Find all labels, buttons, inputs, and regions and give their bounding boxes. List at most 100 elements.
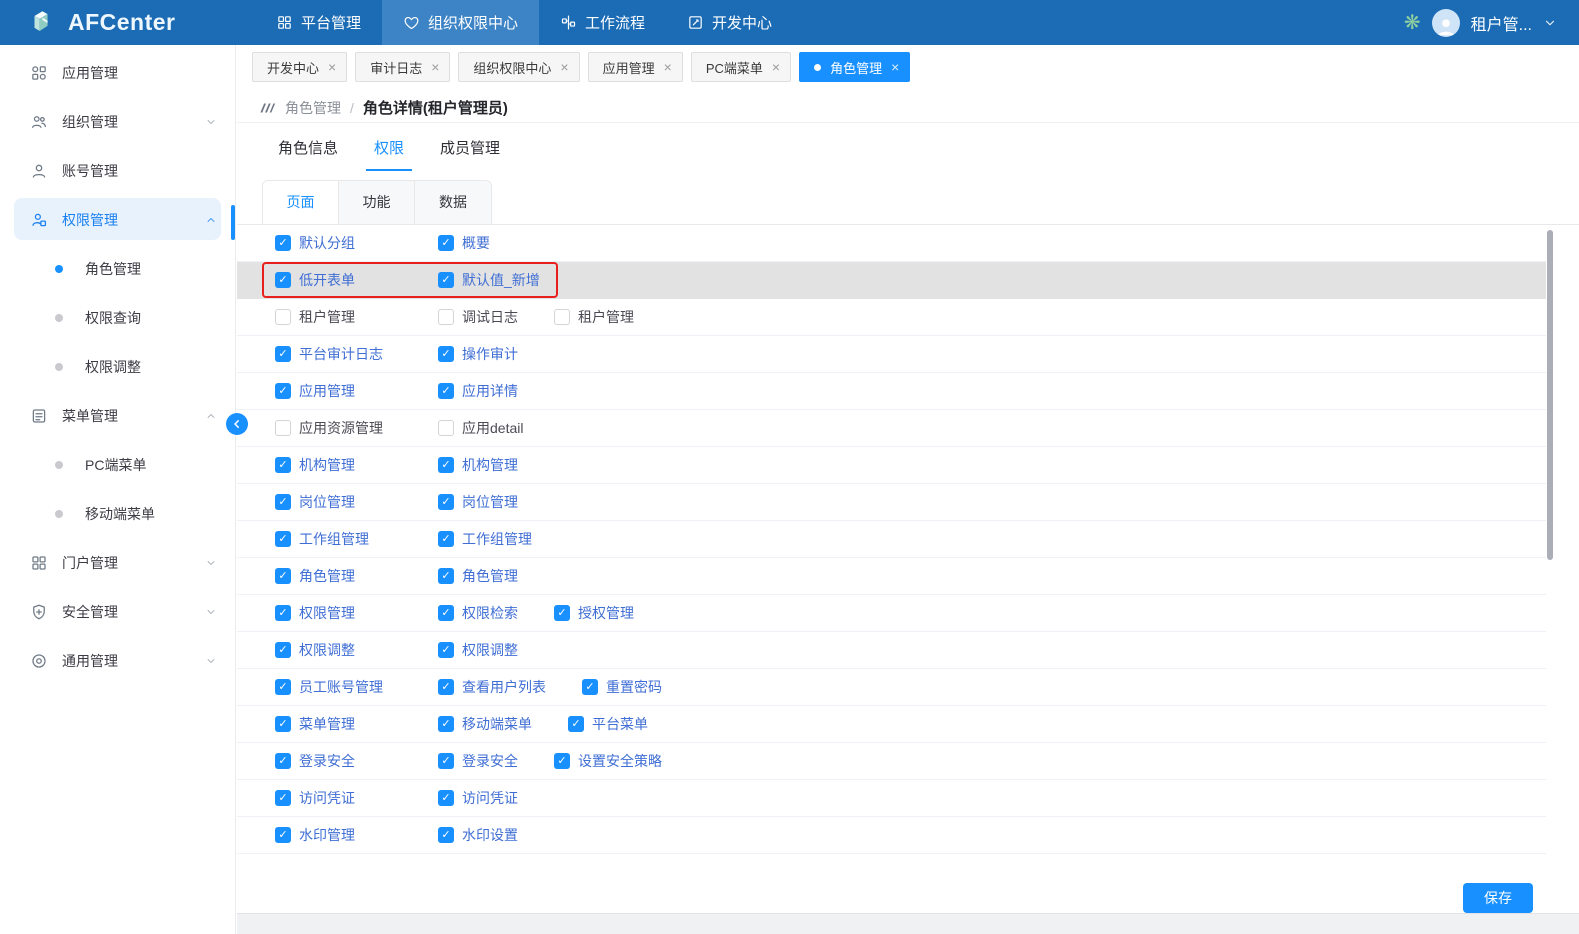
- sidebar-item-portal-management[interactable]: 门户管理: [0, 538, 235, 587]
- perm-item[interactable]: ✓低开表单: [275, 270, 438, 290]
- perm-tab-data[interactable]: 数据: [415, 181, 491, 224]
- tab-chip-org-permission-center[interactable]: 组织权限中心×: [458, 52, 579, 82]
- perm-item[interactable]: 应用detail: [438, 418, 523, 438]
- checkbox[interactable]: ✓: [568, 716, 584, 732]
- checkbox[interactable]: [554, 309, 570, 325]
- perm-item[interactable]: ✓登录安全: [275, 751, 438, 771]
- topnav-item-dev-center[interactable]: 开发中心: [666, 0, 793, 45]
- close-icon[interactable]: ×: [431, 60, 439, 74]
- perm-item[interactable]: ✓工作组管理: [275, 529, 438, 549]
- checkbox[interactable]: ✓: [438, 494, 454, 510]
- checkbox[interactable]: ✓: [275, 494, 291, 510]
- perm-item[interactable]: ✓角色管理: [275, 566, 438, 586]
- perm-item[interactable]: ✓水印设置: [438, 825, 518, 845]
- sidebar-item-permission-adjust[interactable]: 权限调整: [0, 342, 235, 391]
- checkbox[interactable]: ✓: [438, 272, 454, 288]
- flower-icon[interactable]: ❋: [1404, 13, 1421, 33]
- detail-tab-permission[interactable]: 权限: [366, 131, 412, 171]
- checkbox[interactable]: ✓: [438, 679, 454, 695]
- checkbox[interactable]: ✓: [438, 457, 454, 473]
- tab-chip-audit-log[interactable]: 审计日志×: [355, 52, 450, 82]
- checkbox[interactable]: ✓: [275, 716, 291, 732]
- checkbox[interactable]: ✓: [275, 827, 291, 843]
- sidebar-item-security-management[interactable]: 安全管理: [0, 587, 235, 636]
- perm-item[interactable]: ✓默认分组: [275, 233, 438, 253]
- topnav-item-workflow[interactable]: 工作流程: [539, 0, 666, 45]
- close-icon[interactable]: ×: [891, 60, 899, 74]
- checkbox[interactable]: ✓: [275, 383, 291, 399]
- checkbox[interactable]: [275, 309, 291, 325]
- perm-tab-page[interactable]: 页面: [263, 181, 339, 224]
- perm-item[interactable]: ✓设置安全策略: [554, 751, 662, 771]
- checkbox[interactable]: ✓: [438, 346, 454, 362]
- checkbox[interactable]: ✓: [275, 531, 291, 547]
- content-scrollbar-thumb[interactable]: [1547, 230, 1553, 560]
- perm-item[interactable]: ✓权限调整: [438, 640, 518, 660]
- sidebar-item-org-management[interactable]: 组织管理: [0, 97, 235, 146]
- checkbox[interactable]: ✓: [275, 346, 291, 362]
- perm-item[interactable]: 应用资源管理: [275, 418, 438, 438]
- checkbox[interactable]: ✓: [275, 642, 291, 658]
- perm-item[interactable]: 调试日志: [438, 307, 518, 327]
- sidebar-item-app-management[interactable]: 应用管理: [0, 48, 235, 97]
- checkbox[interactable]: ✓: [438, 605, 454, 621]
- perm-item[interactable]: 租户管理: [275, 307, 438, 327]
- checkbox[interactable]: ✓: [438, 568, 454, 584]
- checkbox[interactable]: ✓: [554, 605, 570, 621]
- perm-item[interactable]: ✓应用详情: [438, 381, 518, 401]
- close-icon[interactable]: ×: [560, 60, 568, 74]
- perm-item[interactable]: ✓重置密码: [582, 677, 662, 697]
- save-button[interactable]: 保存: [1463, 883, 1533, 913]
- perm-item[interactable]: ✓平台菜单: [568, 714, 648, 734]
- checkbox[interactable]: [438, 420, 454, 436]
- checkbox[interactable]: ✓: [275, 790, 291, 806]
- checkbox[interactable]: ✓: [275, 235, 291, 251]
- perm-item[interactable]: ✓权限调整: [275, 640, 438, 660]
- perm-item[interactable]: ✓岗位管理: [438, 492, 518, 512]
- checkbox[interactable]: ✓: [438, 827, 454, 843]
- checkbox[interactable]: ✓: [275, 753, 291, 769]
- perm-item[interactable]: ✓登录安全: [438, 751, 518, 771]
- perm-item[interactable]: 租户管理: [554, 307, 634, 327]
- perm-item[interactable]: ✓默认值_新增: [438, 270, 540, 290]
- checkbox[interactable]: ✓: [438, 790, 454, 806]
- sidebar-scrollbar-thumb[interactable]: [231, 205, 235, 240]
- checkbox[interactable]: ✓: [275, 568, 291, 584]
- sidebar-item-general-management[interactable]: 通用管理: [0, 636, 235, 685]
- perm-item[interactable]: ✓查看用户列表: [438, 677, 546, 697]
- perm-item[interactable]: ✓员工账号管理: [275, 677, 438, 697]
- detail-tab-role-info[interactable]: 角色信息: [270, 131, 346, 171]
- perm-item[interactable]: ✓概要: [438, 233, 490, 253]
- avatar[interactable]: [1432, 9, 1460, 37]
- sidebar-item-permission-query[interactable]: 权限查询: [0, 293, 235, 342]
- sidebar-item-mobile-menu[interactable]: 移动端菜单: [0, 489, 235, 538]
- checkbox[interactable]: ✓: [438, 753, 454, 769]
- perm-item[interactable]: ✓操作审计: [438, 344, 518, 364]
- tab-chip-pc-menu[interactable]: PC端菜单×: [691, 52, 791, 82]
- checkbox[interactable]: ✓: [438, 716, 454, 732]
- sidebar-item-permission-management[interactable]: 权限管理: [0, 195, 235, 244]
- perm-item[interactable]: ✓菜单管理: [275, 714, 438, 734]
- checkbox[interactable]: [275, 420, 291, 436]
- perm-item[interactable]: ✓权限管理: [275, 603, 438, 623]
- close-icon[interactable]: ×: [328, 60, 336, 74]
- chevron-down-icon[interactable]: [1543, 16, 1557, 30]
- detail-tab-member-management[interactable]: 成员管理: [432, 131, 508, 171]
- checkbox[interactable]: ✓: [438, 642, 454, 658]
- tab-chip-dev-center[interactable]: 开发中心×: [252, 52, 347, 82]
- topnav-item-org-permission-center[interactable]: 组织权限中心: [382, 0, 539, 45]
- checkbox[interactable]: ✓: [582, 679, 598, 695]
- perm-item[interactable]: ✓应用管理: [275, 381, 438, 401]
- perm-item[interactable]: ✓移动端菜单: [438, 714, 532, 734]
- close-icon[interactable]: ×: [664, 60, 672, 74]
- close-icon[interactable]: ×: [772, 60, 780, 74]
- perm-item[interactable]: ✓机构管理: [438, 455, 518, 475]
- perm-item[interactable]: ✓岗位管理: [275, 492, 438, 512]
- checkbox[interactable]: ✓: [275, 457, 291, 473]
- sidebar-item-account-management[interactable]: 账号管理: [0, 146, 235, 195]
- checkbox[interactable]: ✓: [554, 753, 570, 769]
- checkbox[interactable]: ✓: [275, 679, 291, 695]
- perm-item[interactable]: ✓权限检索: [438, 603, 518, 623]
- tab-chip-role-management[interactable]: 角色管理×: [799, 52, 910, 82]
- sidebar-collapse-button[interactable]: [226, 413, 248, 435]
